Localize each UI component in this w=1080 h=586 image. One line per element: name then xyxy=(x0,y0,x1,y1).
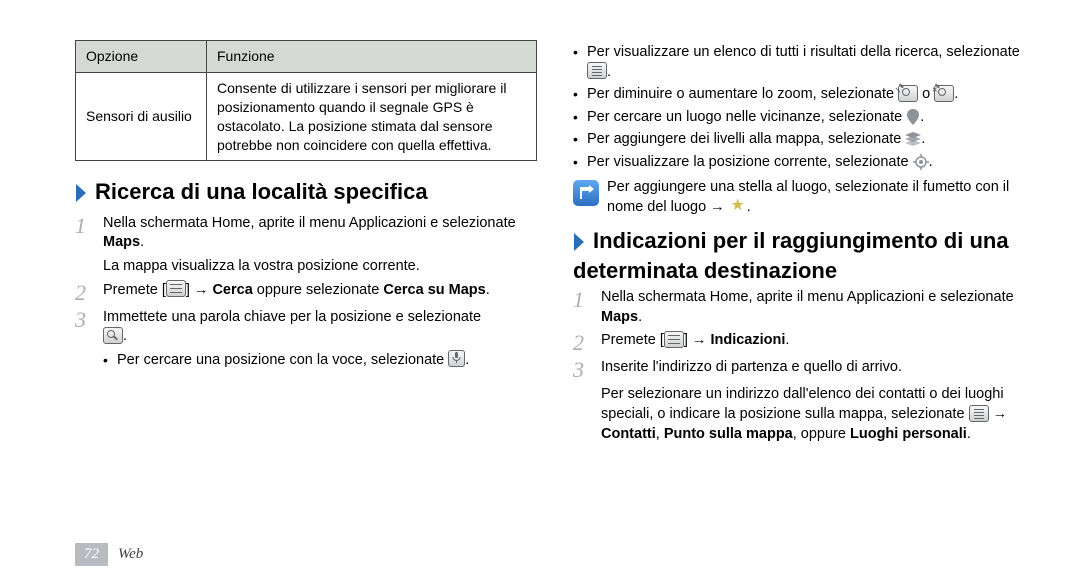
table-row: Sensori di ausilio Consente di utilizzar… xyxy=(76,72,537,161)
place-pin-icon xyxy=(906,109,920,127)
info-note: Per aggiungere una stella al luogo, sele… xyxy=(573,178,1035,217)
chevron-icon xyxy=(75,183,91,209)
heading-search: Ricerca di una località specifica xyxy=(75,179,537,209)
dir-step-3: 3 Inserite l'indirizzo di partenza e que… xyxy=(573,358,1035,381)
dir-step-1: 1 Nella schermata Home, aprite il menu A… xyxy=(573,288,1035,327)
bullet-nearby: Per cercare un luogo nelle vicinanze, se… xyxy=(573,108,1035,128)
step-3: 3 Immettete una parola chiave per la pos… xyxy=(75,308,537,347)
cell-function: Consente di utilizzare i sensori per mig… xyxy=(207,72,537,161)
step-2: 2 Premete [] → Cerca oppure selezionate … xyxy=(75,281,537,304)
star-icon: ★ xyxy=(729,199,747,214)
layers-icon xyxy=(905,132,921,148)
dir-step-3-sub: Per selezionare un indirizzo dall'elenco… xyxy=(601,385,1035,444)
step-1-sub: La mappa visualizza la vostra posizione … xyxy=(103,257,537,277)
heading-directions: Indicazioni per il raggiungimento di una… xyxy=(573,228,1035,285)
options-table: Opzione Funzione Sensori di ausilio Cons… xyxy=(75,40,537,161)
section-name: Web xyxy=(118,546,143,563)
bullet-zoom: Per diminuire o aumentare lo zoom, selez… xyxy=(573,85,1035,105)
my-location-icon xyxy=(913,154,929,172)
menu-key-icon xyxy=(166,280,186,297)
page-number: 72 xyxy=(75,543,108,566)
th-option: Opzione xyxy=(76,41,207,73)
zoom-out-icon xyxy=(898,85,918,102)
page-footer: 72 Web xyxy=(75,543,143,566)
dir-step-2: 2 Premete [] → Indicazioni. xyxy=(573,331,1035,354)
step-1: 1 Nella schermata Home, aprite il menu A… xyxy=(75,214,537,253)
mic-icon xyxy=(448,350,465,367)
list-icon xyxy=(587,62,607,79)
bullet-results: Per visualizzare un elenco di tutti i ri… xyxy=(573,43,1035,82)
menu-key-icon xyxy=(664,331,684,348)
bullet-current: Per visualizzare la posizione corrente, … xyxy=(573,153,1035,173)
bullet-voice: Per cercare una posizione con la voce, s… xyxy=(103,351,537,371)
search-icon xyxy=(103,327,123,344)
th-function: Funzione xyxy=(207,41,537,73)
note-icon xyxy=(573,180,599,206)
chevron-icon xyxy=(573,232,589,258)
list-dropdown-icon xyxy=(969,405,989,422)
cell-option: Sensori di ausilio xyxy=(76,72,207,161)
bullet-layers: Per aggiungere dei livelli alla mappa, s… xyxy=(573,130,1035,150)
zoom-in-icon xyxy=(934,85,954,102)
